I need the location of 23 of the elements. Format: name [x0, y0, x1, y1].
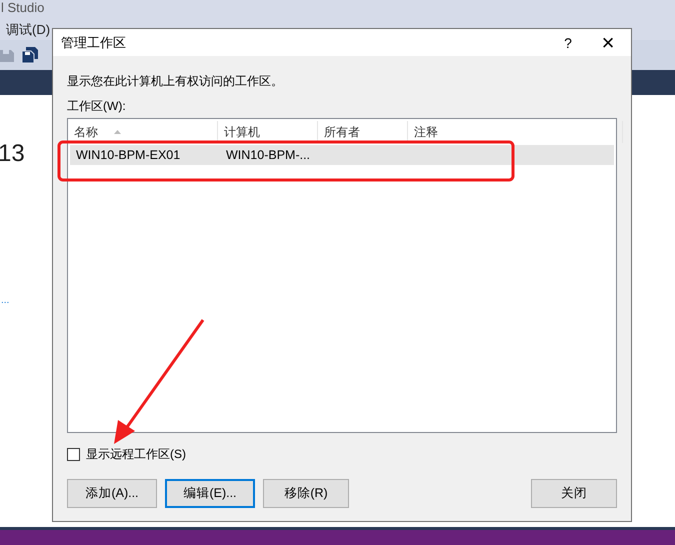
start-page-link[interactable]: ...: [1, 295, 10, 306]
checkbox[interactable]: [67, 448, 80, 461]
start-page-number: 13: [0, 140, 25, 168]
window-title: l Studio: [1, 0, 44, 15]
list-label: 工作区(W):: [67, 98, 127, 115]
table-cell-text: WIN10-BPM-...: [225, 147, 312, 164]
close-button[interactable]: ×: [585, 29, 631, 56]
dialog-button[interactable]: 移除(R): [263, 479, 349, 508]
column-header[interactable]: 计算机: [218, 121, 318, 143]
column-header[interactable]: 所有者: [318, 121, 408, 143]
column-header[interactable]: 名称: [68, 121, 218, 143]
column-header[interactable]: 注释: [408, 121, 623, 143]
help-button[interactable]: ?: [551, 34, 585, 50]
workspace-row[interactable]: WIN10-BPM-EX01 WIN10-BPM-...: [70, 145, 614, 165]
checkbox-label[interactable]: 显示远程工作区(S): [86, 446, 186, 463]
description-text: 显示您在此计算机上有权访问的工作区。: [67, 73, 284, 90]
dialog-button[interactable]: 添加(A)...: [67, 479, 157, 508]
dialog-title: 管理工作区: [61, 34, 127, 52]
save-all-icon[interactable]: [22, 47, 38, 63]
table-cell-text: WIN10-BPM-EX01: [75, 147, 182, 164]
menu-item[interactable]: 调试(D): [6, 21, 50, 39]
dialog-button[interactable]: 关闭: [531, 479, 617, 508]
dialog-button[interactable]: 编辑(E)...: [165, 479, 255, 508]
